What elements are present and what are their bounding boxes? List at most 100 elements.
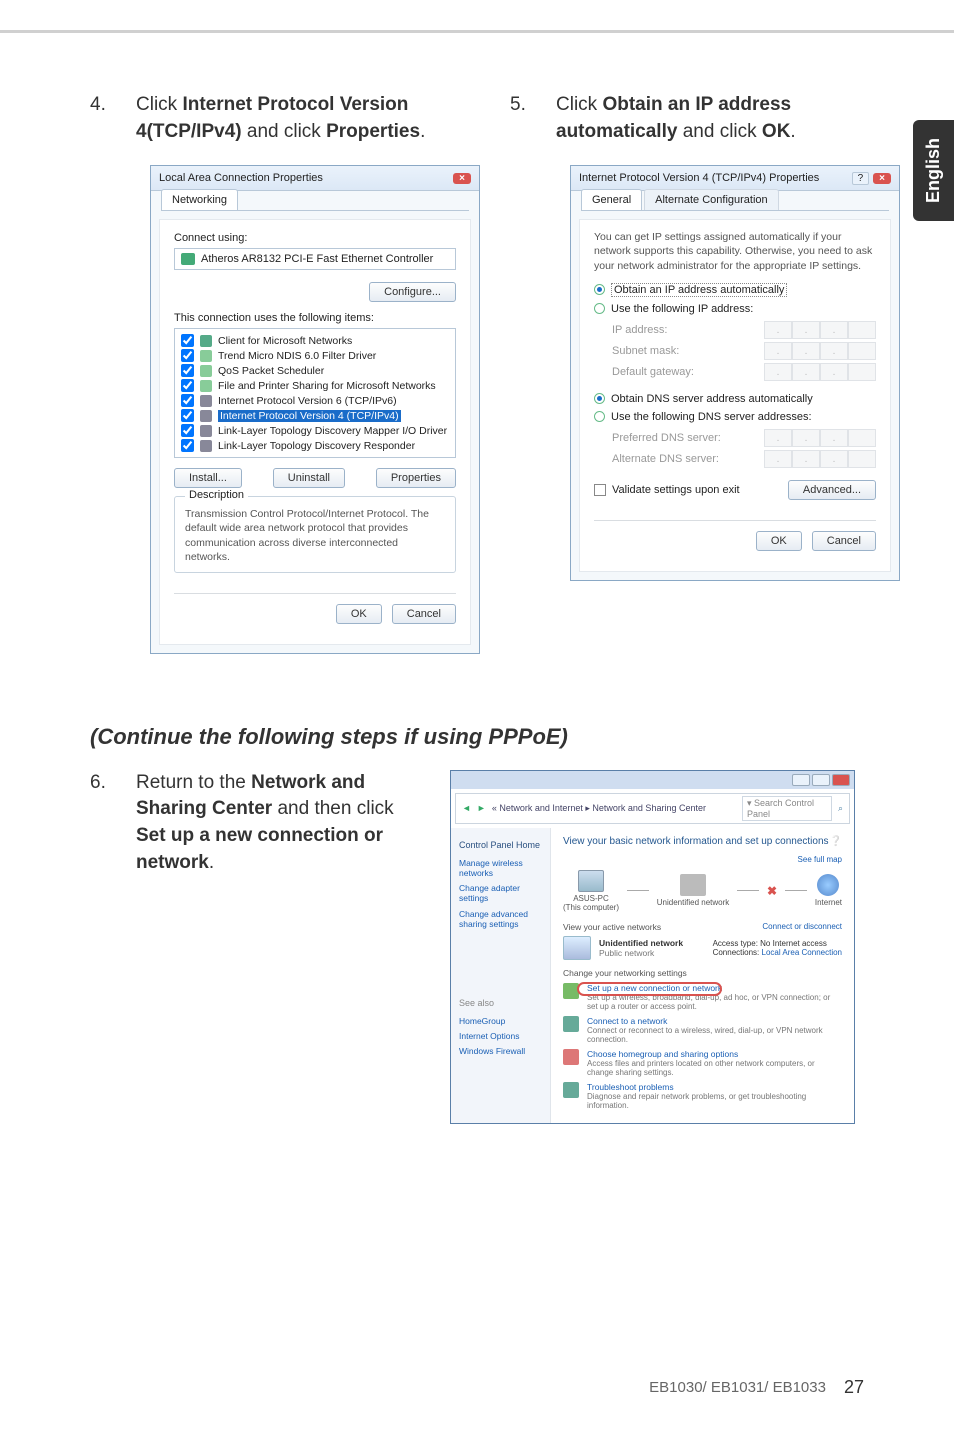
search-input[interactable]: ▾ Search Control Panel — [742, 796, 832, 821]
list-item[interactable]: Link-Layer Topology Discovery Mapper I/O… — [179, 423, 451, 438]
radio-auto-dns[interactable]: Obtain DNS server address automatically — [594, 393, 876, 405]
help-icon[interactable]: ❔ — [830, 836, 842, 847]
map-node-internet: Internet — [815, 874, 842, 907]
max-icon[interactable] — [812, 774, 830, 786]
network-icon — [680, 874, 706, 896]
install-button[interactable]: Install... — [174, 468, 242, 488]
connection-link[interactable]: Local Area Connection — [762, 948, 843, 957]
checkbox[interactable] — [181, 364, 194, 377]
validate-checkbox-row[interactable]: Validate settings upon exit — [594, 484, 740, 496]
network-type: Public network — [599, 948, 683, 958]
list-item[interactable]: File and Printer Sharing for Microsoft N… — [179, 378, 451, 393]
globe-icon — [817, 874, 839, 896]
list-item[interactable]: Link-Layer Topology Discovery Responder — [179, 438, 451, 453]
link-desc: Connect or reconnect to a wireless, wire… — [587, 1026, 842, 1044]
link-title: Troubleshoot problems — [587, 1082, 842, 1092]
lac-dialog: Local Area Connection Properties × Netwo… — [150, 165, 480, 654]
ok-button[interactable]: OK — [756, 531, 802, 551]
window-controls — [451, 771, 854, 789]
see-full-map-link[interactable]: See full map — [563, 855, 842, 864]
cancel-button[interactable]: Cancel — [392, 604, 456, 624]
radio-use-ip[interactable]: Use the following IP address: — [594, 303, 876, 315]
protocol-icon — [200, 395, 212, 407]
troubleshoot-link[interactable]: Troubleshoot problemsDiagnose and repair… — [563, 1082, 842, 1110]
sidebar-link[interactable]: Internet Options — [459, 1031, 542, 1041]
tab-general[interactable]: General — [581, 189, 642, 210]
checkbox[interactable] — [181, 334, 194, 347]
step-4: 4. Click Internet Protocol Version 4(TCP… — [90, 92, 480, 145]
checkbox[interactable] — [181, 409, 194, 422]
label: Subnet mask: — [612, 345, 679, 357]
radio-use-dns[interactable]: Use the following DNS server addresses: — [594, 411, 876, 423]
tab-alternate[interactable]: Alternate Configuration — [644, 189, 779, 210]
list-item[interactable]: Trend Micro NDIS 6.0 Filter Driver — [179, 348, 451, 363]
tab-networking[interactable]: Networking — [161, 189, 238, 210]
sidebar-link[interactable]: HomeGroup — [459, 1016, 542, 1026]
advanced-button[interactable]: Advanced... — [788, 480, 876, 500]
item-label-selected: Internet Protocol Version 4 (TCP/IPv4) — [218, 410, 401, 422]
map-node-pc: ASUS-PC(This computer) — [563, 870, 619, 912]
search-placeholder: Search Control Panel — [747, 798, 814, 819]
item-label: Client for Microsoft Networks — [218, 335, 352, 347]
mask-row: Subnet mask:... — [612, 342, 876, 360]
uninstall-button[interactable]: Uninstall — [273, 468, 345, 488]
min-icon[interactable] — [792, 774, 810, 786]
back-icon[interactable]: ◄ — [462, 803, 471, 813]
footer-page: 27 — [844, 1377, 864, 1398]
connect-disconnect-link[interactable]: Connect or disconnect — [762, 922, 842, 932]
help-icon[interactable]: ? — [852, 172, 870, 185]
items-list[interactable]: Client for Microsoft Networks Trend Micr… — [174, 328, 456, 458]
cancel-button[interactable]: Cancel — [812, 531, 876, 551]
blurb: You can get IP settings assigned automat… — [594, 230, 876, 273]
properties-button[interactable]: Properties — [376, 468, 456, 488]
setup-connection-link[interactable]: Set up a new connection or networkSet up… — [563, 983, 842, 1011]
description-group: Description Transmission Control Protoco… — [174, 496, 456, 573]
checkbox[interactable] — [181, 394, 194, 407]
radio-label: Use the following IP address: — [611, 303, 753, 315]
label: Connect using: — [174, 232, 456, 244]
list-item[interactable]: Internet Protocol Version 6 (TCP/IPv6) — [179, 393, 451, 408]
configure-button[interactable]: Configure... — [369, 282, 456, 302]
header-bar — [0, 30, 954, 68]
sidebar-link[interactable]: Change adapter settings — [459, 883, 542, 903]
sidebar-home[interactable]: Control Panel Home — [459, 840, 542, 850]
checkbox[interactable] — [181, 349, 194, 362]
step-num: 4. — [90, 92, 112, 145]
group-text: Transmission Control Protocol/Internet P… — [185, 507, 445, 564]
checkbox-icon[interactable] — [594, 484, 606, 496]
label: Alternate DNS server: — [612, 453, 719, 465]
checkbox-label: Validate settings upon exit — [612, 484, 740, 496]
sidebar-link[interactable]: Manage wireless networks — [459, 858, 542, 878]
t: and then click — [272, 798, 393, 819]
connect-network-link[interactable]: Connect to a networkConnect or reconnect… — [563, 1016, 842, 1044]
checkbox[interactable] — [181, 379, 194, 392]
homegroup-link[interactable]: Choose homegroup and sharing optionsAcce… — [563, 1049, 842, 1077]
sidebar-link[interactable]: Change advanced sharing settings — [459, 909, 542, 929]
fwd-icon[interactable]: ► — [477, 803, 486, 813]
item-label: Link-Layer Topology Discovery Responder — [218, 440, 415, 452]
sidebar-link[interactable]: Windows Firewall — [459, 1046, 542, 1056]
t: Click — [136, 94, 182, 115]
close-icon[interactable]: × — [453, 173, 471, 184]
list-item[interactable]: Internet Protocol Version 4 (TCP/IPv4) — [179, 408, 451, 423]
t-bold: OK — [762, 121, 791, 142]
active-network-row: Unidentified network Public network Acce… — [563, 936, 842, 960]
t-bold: Properties — [326, 121, 420, 142]
close-icon[interactable]: × — [873, 173, 891, 184]
checkbox[interactable] — [181, 439, 194, 452]
list-item[interactable]: QoS Packet Scheduler — [179, 363, 451, 378]
divider — [174, 593, 456, 594]
checkbox[interactable] — [181, 424, 194, 437]
adapter-field: Atheros AR8132 PCI-E Fast Ethernet Contr… — [174, 248, 456, 270]
dialog-title: Internet Protocol Version 4 (TCP/IPv4) P… — [579, 172, 819, 184]
map-node-net: Unidentified network — [657, 874, 729, 907]
breadcrumb[interactable]: ◄ ► « Network and Internet ▸ Network and… — [455, 793, 850, 824]
ok-button[interactable]: OK — [336, 604, 382, 624]
link-desc: Access files and printers located on oth… — [587, 1059, 842, 1077]
list-item[interactable]: Client for Microsoft Networks — [179, 333, 451, 348]
client-icon — [200, 335, 212, 347]
close-icon[interactable] — [832, 774, 850, 786]
radio-auto-ip[interactable]: Obtain an IP address automatically — [594, 283, 876, 297]
gw-row: Default gateway:... — [612, 363, 876, 381]
search-icon[interactable]: ⌕ — [838, 803, 843, 814]
